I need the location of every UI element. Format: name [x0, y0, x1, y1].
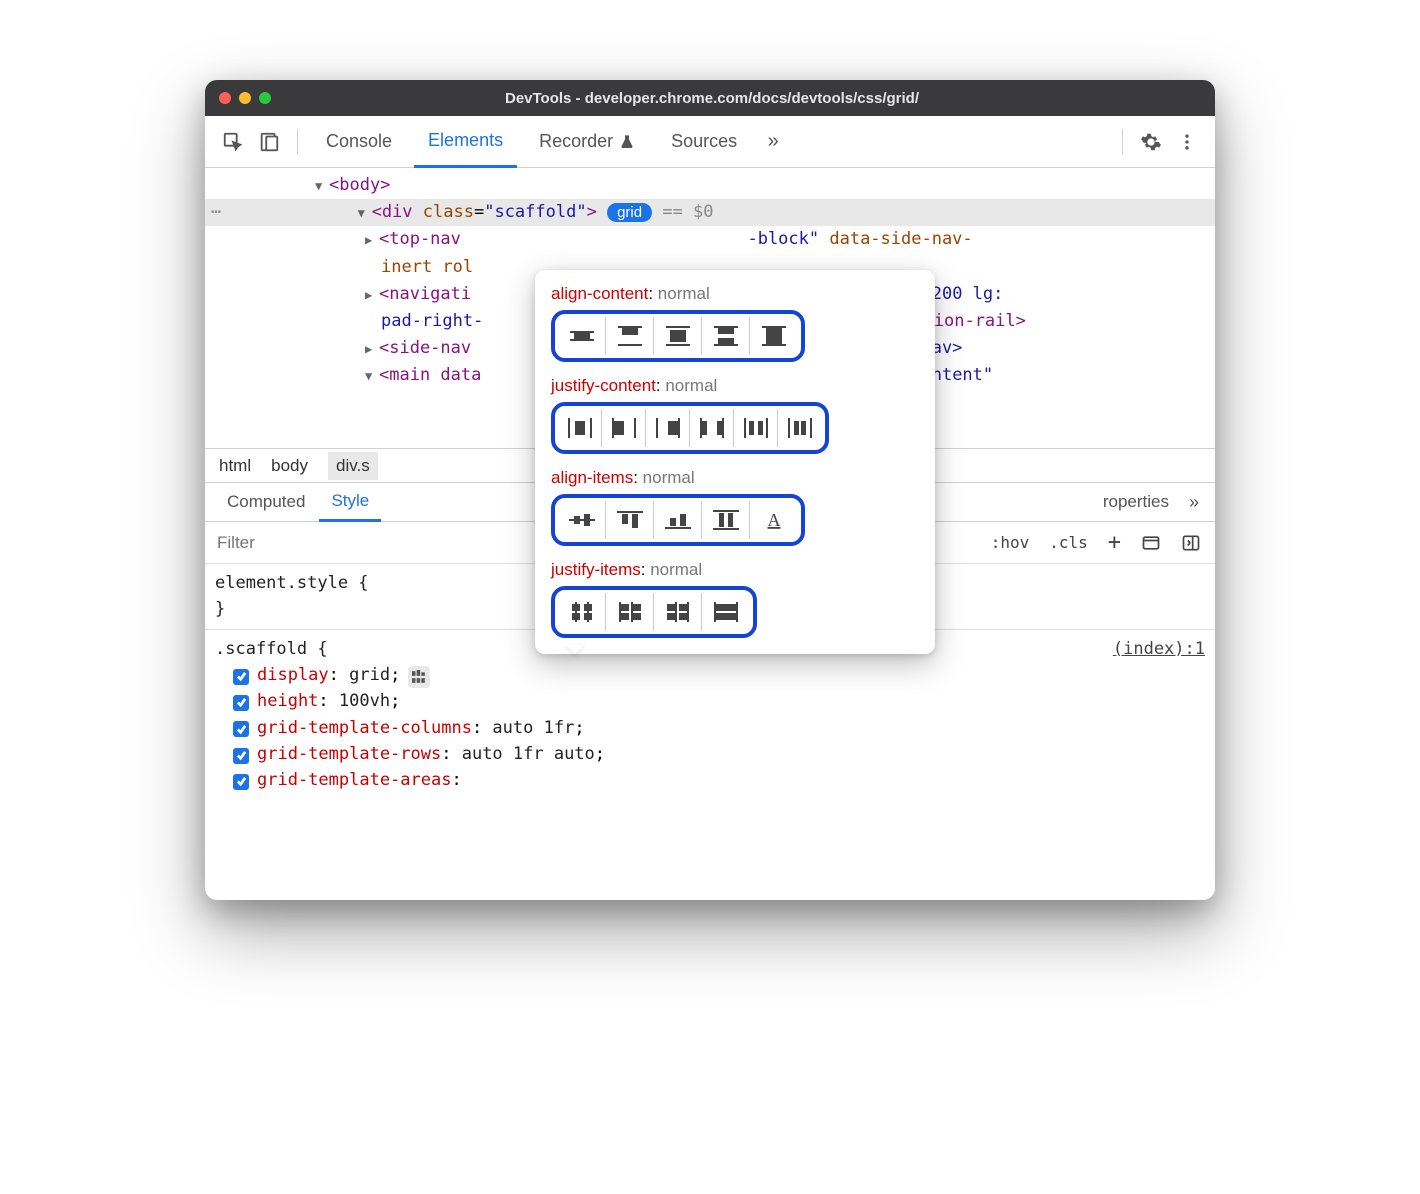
checkbox-icon[interactable] [233, 721, 249, 737]
css-declaration[interactable]: grid-template-rows: auto 1fr auto; [215, 741, 1205, 767]
titlebar: DevTools - developer.chrome.com/docs/dev… [205, 80, 1215, 116]
kebab-menu-icon[interactable] [1173, 128, 1201, 156]
subtab-styles[interactable]: Style [319, 484, 381, 522]
justify-content-center-icon[interactable] [558, 409, 602, 447]
justify-content-evenly-icon[interactable] [778, 409, 822, 447]
hov-toggle[interactable]: :hov [985, 530, 1036, 556]
tab-console[interactable]: Console [312, 116, 406, 167]
computed-styles-sidebar-icon[interactable] [1135, 530, 1167, 556]
align-items-end-icon[interactable] [654, 501, 702, 539]
align-items-stretch-icon[interactable] [702, 501, 750, 539]
checkbox-icon[interactable] [233, 695, 249, 711]
justify-content-around-icon[interactable] [734, 409, 778, 447]
tab-recorder[interactable]: Recorder [525, 116, 649, 167]
breadcrumb-html[interactable]: html [219, 456, 251, 476]
align-content-between-icon[interactable] [702, 317, 750, 355]
cls-toggle[interactable]: .cls [1043, 530, 1094, 556]
align-items-start-icon[interactable] [606, 501, 654, 539]
checkbox-icon[interactable] [233, 774, 249, 790]
justify-items-stretch-icon[interactable] [702, 593, 750, 631]
align-content-center-icon[interactable] [558, 317, 606, 355]
grid-editor-popover: align-content: normal justify-content: n… [535, 270, 935, 654]
justify-content-options [551, 402, 829, 454]
minimize-window-button[interactable] [239, 92, 251, 104]
svg-text:A: A [768, 510, 781, 530]
dom-body-tag[interactable]: <body> [329, 175, 390, 195]
main-toolbar: Console Elements Recorder Sources » [205, 116, 1215, 168]
justify-items-start-icon[interactable] [606, 593, 654, 631]
inspect-element-icon[interactable] [219, 128, 247, 156]
align-items-options: A [551, 494, 805, 546]
grid-badge[interactable]: grid [607, 203, 652, 222]
align-content-start-icon[interactable] [606, 317, 654, 355]
align-items-baseline-icon[interactable]: A [750, 501, 798, 539]
tab-recorder-label: Recorder [539, 131, 613, 152]
justify-content-between-icon[interactable] [690, 409, 734, 447]
css-declaration[interactable]: grid-template-columns: auto 1fr; [215, 715, 1205, 741]
justify-items-center-icon[interactable] [558, 593, 606, 631]
css-declaration[interactable]: display: grid; [215, 662, 1205, 688]
window-controls [219, 92, 271, 104]
breadcrumb-div-scaffold[interactable]: div.s [328, 452, 378, 480]
more-tabs-icon[interactable]: » [759, 128, 787, 156]
checkbox-icon[interactable] [233, 669, 249, 685]
new-style-rule-icon[interactable]: + [1102, 530, 1127, 556]
justify-items-group: justify-items: normal [551, 560, 919, 638]
flask-icon [619, 134, 635, 150]
justify-items-end-icon[interactable] [654, 593, 702, 631]
align-content-end-icon[interactable] [654, 317, 702, 355]
align-content-options [551, 310, 805, 362]
rule-source-link[interactable]: (index):1 [1113, 636, 1205, 662]
close-window-button[interactable] [219, 92, 231, 104]
align-items-group: align-items: normal A [551, 468, 919, 546]
rule-selector[interactable]: .scaffold { [215, 636, 328, 662]
maximize-window-button[interactable] [259, 92, 271, 104]
devtools-window: DevTools - developer.chrome.com/docs/dev… [205, 80, 1215, 900]
css-declaration[interactable]: grid-template-areas: [215, 767, 1205, 793]
subtab-computed[interactable]: Computed [215, 483, 317, 521]
justify-items-options [551, 586, 757, 638]
more-subtabs-icon[interactable]: » [1183, 492, 1205, 513]
justify-content-end-icon[interactable] [646, 409, 690, 447]
more-actions-icon[interactable]: ⋯ [211, 199, 221, 226]
breadcrumb-body[interactable]: body [271, 456, 308, 476]
justify-content-start-icon[interactable] [602, 409, 646, 447]
rendering-panel-icon[interactable] [1175, 530, 1207, 556]
align-items-center-icon[interactable] [558, 501, 606, 539]
tab-elements[interactable]: Elements [414, 117, 517, 168]
subtab-properties[interactable]: roperties [1091, 483, 1181, 521]
settings-gear-icon[interactable] [1137, 128, 1165, 156]
align-content-group: align-content: normal [551, 284, 919, 362]
grid-editor-icon[interactable] [408, 666, 430, 688]
checkbox-icon[interactable] [233, 748, 249, 764]
window-title: DevTools - developer.chrome.com/docs/dev… [279, 90, 1201, 107]
css-declaration[interactable]: height: 100vh; [215, 688, 1205, 714]
dom-selected-node[interactable]: ⋯ ▼<div class="scaffold"> grid == $0 [205, 199, 1215, 226]
justify-content-group: justify-content: normal [551, 376, 919, 454]
tab-sources[interactable]: Sources [657, 116, 751, 167]
device-toolbar-icon[interactable] [255, 128, 283, 156]
align-content-stretch-icon[interactable] [750, 317, 798, 355]
